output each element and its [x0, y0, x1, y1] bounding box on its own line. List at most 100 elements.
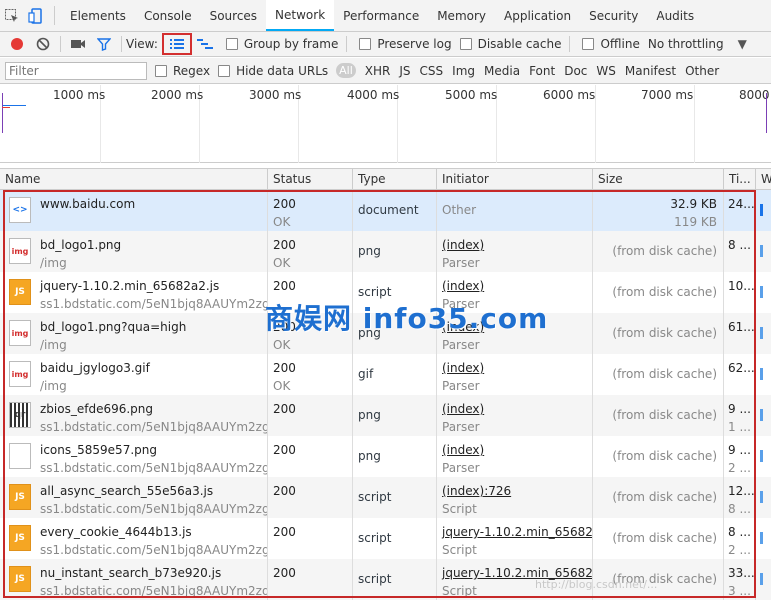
- request-name: jquery-1.10.2.min_65682a2.js: [40, 279, 220, 293]
- large-rows-button[interactable]: [161, 33, 192, 55]
- regex-checkbox[interactable]: Regex: [155, 64, 210, 78]
- tab-memory[interactable]: Memory: [428, 0, 495, 31]
- tab-sources[interactable]: Sources: [201, 0, 266, 31]
- timeline-tick: 5000 ms: [445, 88, 498, 102]
- resource-size: (from disk cache): [612, 449, 717, 463]
- filter-input[interactable]: [5, 61, 147, 80]
- video-camera-icon: [71, 40, 85, 48]
- image-file-icon: [9, 443, 31, 469]
- type-filter-all[interactable]: All: [336, 63, 356, 78]
- table-row[interactable]: img bd_logo1.png/img 200 OK png (index) Parser…: [0, 231, 771, 272]
- tab-console[interactable]: Console: [135, 0, 201, 31]
- type-filter-xhr[interactable]: XHR: [365, 64, 391, 78]
- timeline-overview[interactable]: 1000 ms 2000 ms 3000 ms 4000 ms 5000 ms …: [0, 85, 771, 163]
- status-text: OK: [273, 338, 291, 352]
- resource-type: script: [358, 572, 392, 586]
- initiator-type: Parser: [442, 461, 480, 475]
- initiator-type: Parser: [442, 338, 480, 352]
- table-row[interactable]: icons_5859e57.png ss1.bdstatic.com/5eN1bj…: [0, 436, 771, 477]
- waterfall-bar: [760, 573, 763, 585]
- type-filter-media[interactable]: Media: [484, 64, 520, 78]
- status-text: OK: [273, 215, 291, 229]
- initiator-type: Parser: [442, 420, 480, 434]
- column-type[interactable]: Type: [353, 169, 437, 190]
- column-waterfall[interactable]: W: [756, 169, 771, 190]
- type-filter-manifest[interactable]: Manifest: [625, 64, 676, 78]
- tab-security[interactable]: Security: [580, 0, 647, 31]
- waterfall-bar: [760, 532, 763, 544]
- preserve-log-checkbox[interactable]: Preserve log: [359, 37, 452, 51]
- waterfall-bar: [760, 286, 763, 298]
- request-name: all_async_search_55e56a3.js: [40, 484, 214, 498]
- tab-elements[interactable]: Elements: [61, 0, 135, 31]
- initiator-link[interactable]: jquery-1.10.2.min_65682a...: [442, 525, 592, 539]
- column-name[interactable]: Name: [0, 169, 268, 190]
- request-path: ss1.bdstatic.com/5eN1bjq8AAUYm2zgo...: [40, 461, 268, 475]
- type-filter-js[interactable]: JS: [399, 64, 410, 78]
- tab-application[interactable]: Application: [495, 0, 580, 31]
- request-time: 9 ...: [728, 402, 751, 416]
- initiator-type: Script: [442, 543, 477, 557]
- initiator-link[interactable]: (index): [442, 238, 484, 252]
- waterfall-bar: [760, 204, 763, 216]
- disable-cache-checkbox[interactable]: Disable cache: [459, 37, 561, 51]
- request-name: bd_logo1.png?qua=high: [40, 320, 187, 334]
- type-filter-ws[interactable]: WS: [596, 64, 615, 78]
- initiator-type: Other: [442, 203, 477, 217]
- timeline-tick: 3000 ms: [249, 88, 302, 102]
- status-code: 200: [273, 279, 296, 293]
- timeline-tick: 2000 ms: [151, 88, 204, 102]
- resource-size: (from disk cache): [612, 326, 717, 340]
- javascript-file-icon: JS: [9, 484, 31, 510]
- column-status[interactable]: Status: [268, 169, 353, 190]
- initiator-link[interactable]: (index): [442, 279, 484, 293]
- request-time: 61...: [728, 320, 755, 334]
- image-file-icon: img: [9, 361, 31, 387]
- column-initiator[interactable]: Initiator: [437, 169, 593, 190]
- image-file-icon: img: [9, 320, 31, 346]
- table-row[interactable]: <> www.baidu.com 200 OK document Other 32.9 KB…: [0, 190, 771, 231]
- initiator-type: Script: [442, 584, 477, 598]
- type-filter-font[interactable]: Font: [529, 64, 555, 78]
- devtools-tabbar: Elements Console Sources Network Perform…: [0, 0, 771, 32]
- table-row[interactable]: JS all_async_search_55e56a3.js ss1.bdstati…: [0, 477, 771, 518]
- clear-button[interactable]: [30, 32, 56, 56]
- tab-network[interactable]: Network: [266, 0, 335, 31]
- throttling-select[interactable]: No throttling ▼: [648, 37, 747, 51]
- initiator-link[interactable]: (index): [442, 402, 484, 416]
- request-time: 8 ...: [728, 525, 751, 539]
- initiator-link[interactable]: (index):726: [442, 484, 511, 498]
- filter-button[interactable]: [91, 32, 117, 56]
- table-row[interactable]: JS every_cookie_4644b13.js ss1.bdstatic.co…: [0, 518, 771, 559]
- request-path: /img: [40, 379, 67, 393]
- hide-data-urls-checkbox[interactable]: Hide data URLs: [218, 64, 328, 78]
- initiator-link[interactable]: (index): [442, 443, 484, 457]
- document-file-icon: <>: [9, 197, 31, 223]
- request-path: ss1.bdstatic.com/5eN1bjq8AAUYm2zgo...: [40, 420, 268, 434]
- table-row[interactable]: qr zbios_efde696.png ss1.bdstatic.com/5eN1…: [0, 395, 771, 436]
- type-filter-css[interactable]: CSS: [420, 64, 444, 78]
- overview-button[interactable]: [192, 32, 218, 56]
- group-by-frame-checkbox[interactable]: Group by frame: [225, 37, 338, 51]
- column-size[interactable]: Size: [593, 169, 724, 190]
- timeline-tick: 1000 ms: [53, 88, 106, 102]
- type-filter-other[interactable]: Other: [685, 64, 719, 78]
- table-row[interactable]: img baidu_jgylogo3.gif/img 200 OK gif (index)…: [0, 354, 771, 395]
- resource-type: script: [358, 531, 392, 545]
- device-toolbar-icon[interactable]: [24, 0, 48, 31]
- qr-image-icon: qr: [9, 402, 31, 428]
- type-filter-img[interactable]: Img: [452, 64, 475, 78]
- screenshot-button[interactable]: [65, 32, 91, 56]
- tab-audits[interactable]: Audits: [647, 0, 703, 31]
- type-filter-doc[interactable]: Doc: [564, 64, 587, 78]
- javascript-file-icon: JS: [9, 566, 31, 592]
- record-button[interactable]: [4, 32, 30, 56]
- waterfall-bar: [760, 245, 763, 257]
- initiator-link[interactable]: (index): [442, 361, 484, 375]
- tab-performance[interactable]: Performance: [334, 0, 428, 31]
- inspect-element-icon[interactable]: [0, 0, 24, 31]
- offline-checkbox[interactable]: Offline: [582, 37, 640, 51]
- column-time[interactable]: Ti...: [724, 169, 756, 190]
- network-requests-table: Name Status Type Initiator Size Ti... W …: [0, 168, 771, 608]
- timeline-tick: 6000 ms: [543, 88, 596, 102]
